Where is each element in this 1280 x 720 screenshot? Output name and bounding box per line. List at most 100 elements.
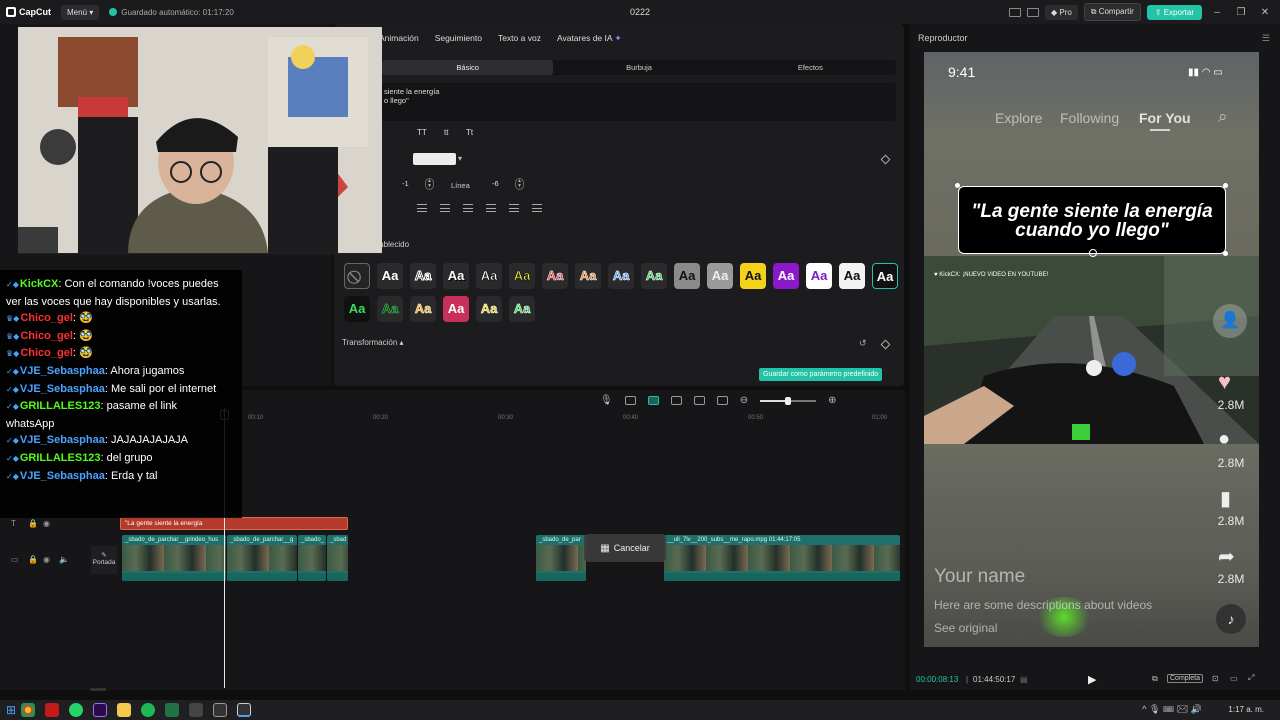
uppercase-button[interactable]: TT bbox=[417, 128, 427, 137]
video-clip[interactable]: _sbado_de_parchar__grindeo_hus bbox=[122, 535, 226, 581]
app-icon[interactable] bbox=[213, 703, 228, 717]
chrome-icon[interactable] bbox=[21, 703, 36, 717]
preset-style[interactable]: Aa bbox=[410, 263, 436, 289]
cover-button[interactable]: ✎ Portada bbox=[91, 546, 117, 574]
preset-style[interactable]: Aa bbox=[476, 296, 502, 322]
magnet-icon[interactable] bbox=[647, 396, 659, 405]
obs-icon[interactable] bbox=[189, 703, 204, 717]
video-clip[interactable]: _sbado_ bbox=[298, 535, 326, 581]
close-icon[interactable]: ✕ bbox=[1256, 7, 1274, 18]
keyframe-diamond-icon[interactable] bbox=[880, 339, 891, 350]
app-icon[interactable] bbox=[45, 703, 60, 717]
reset-icon[interactable]: ↺ bbox=[859, 338, 867, 349]
save-as-default-button[interactable]: Guardar como parámetro predefinido bbox=[759, 368, 883, 381]
keyframe-diamond-icon[interactable] bbox=[880, 154, 891, 165]
horizontal-scrollbar[interactable] bbox=[90, 688, 106, 691]
player-menu-icon[interactable]: ☰ bbox=[1262, 33, 1270, 44]
export-button[interactable]: ⇪ Exportar bbox=[1146, 4, 1202, 20]
spotify-icon[interactable] bbox=[141, 703, 156, 717]
whatsapp-icon[interactable] bbox=[69, 703, 84, 717]
text-color-swatch[interactable] bbox=[413, 153, 456, 165]
zoom-in-icon[interactable]: ⊕ bbox=[828, 395, 836, 406]
capcut-taskbar-icon[interactable] bbox=[237, 703, 252, 717]
tab-avatares-ia[interactable]: Avatares de IA ✦ bbox=[549, 30, 630, 56]
subtab-basico[interactable]: Básico bbox=[382, 60, 554, 75]
preset-style[interactable]: Aa bbox=[674, 263, 700, 289]
snapshot-icon[interactable]: ⊡ bbox=[1212, 674, 1219, 683]
transform-section-label[interactable]: Transformación ▴ bbox=[342, 338, 404, 347]
premiere-icon[interactable] bbox=[93, 703, 108, 717]
preset-style-selected[interactable]: Aa bbox=[872, 263, 898, 289]
preset-style[interactable]: Aa bbox=[542, 263, 568, 289]
align-right-icon[interactable] bbox=[463, 204, 473, 212]
lock-icon[interactable]: 🔒 bbox=[28, 555, 38, 564]
titlecase-button[interactable]: Tt bbox=[466, 128, 473, 137]
lowercase-button[interactable]: tt bbox=[444, 128, 448, 137]
preset-style[interactable]: Aa bbox=[509, 296, 535, 322]
preset-style[interactable]: Aa bbox=[773, 263, 799, 289]
preset-style[interactable]: Aa bbox=[443, 296, 469, 322]
microphone-icon[interactable]: 🎙 bbox=[600, 395, 613, 406]
timecode-toggle-icon[interactable]: ▤ bbox=[1020, 675, 1028, 684]
excel-icon[interactable] bbox=[165, 703, 180, 717]
preset-style[interactable]: Aa bbox=[443, 263, 469, 289]
caption-overlay-selected[interactable]: "La gente siente la energía cuando yo ll… bbox=[958, 186, 1226, 254]
file-explorer-icon[interactable] bbox=[117, 703, 132, 717]
line-spacing-value[interactable]: -6 bbox=[492, 179, 499, 188]
line-spacing-stepper[interactable]: ▲ ▼ bbox=[515, 178, 524, 190]
preset-style[interactable]: Aa bbox=[377, 263, 403, 289]
keyboard-icon[interactable] bbox=[1026, 7, 1039, 17]
ratio-icon[interactable]: ▭ bbox=[1230, 674, 1238, 683]
preset-style[interactable]: Aa bbox=[839, 263, 865, 289]
align-center-icon[interactable] bbox=[440, 204, 450, 212]
share-button[interactable]: ⧉ Compartir bbox=[1083, 3, 1141, 21]
cancel-render-button[interactable]: ▦ Cancelar bbox=[584, 534, 666, 562]
char-spacing-stepper[interactable]: ▲ ▼ bbox=[425, 178, 434, 190]
video-clip[interactable]: __ull_7lv__200_subs__me_rapo.mpg 01:44:1… bbox=[664, 535, 900, 581]
preset-style[interactable]: Aa bbox=[608, 263, 634, 289]
tab-texto-a-voz[interactable]: Texto a voz bbox=[490, 30, 549, 56]
pro-button[interactable]: ◆ Pro bbox=[1044, 4, 1078, 20]
resize-handle[interactable] bbox=[955, 183, 960, 188]
preset-style[interactable]: Aa bbox=[740, 263, 766, 289]
preset-style[interactable]: Aa bbox=[806, 263, 832, 289]
preset-style[interactable]: Aa bbox=[344, 296, 370, 322]
preset-none-icon[interactable]: ⃠ bbox=[344, 263, 370, 289]
preset-style[interactable]: Aa bbox=[575, 263, 601, 289]
zoom-slider[interactable] bbox=[760, 396, 817, 405]
video-clip[interactable]: _sbado_de_par bbox=[536, 535, 586, 581]
video-clip[interactable]: _sbad bbox=[327, 535, 348, 581]
subtab-burbuja[interactable]: Burbuja bbox=[553, 60, 724, 75]
eye-icon[interactable]: ◉ bbox=[43, 555, 50, 564]
layout-icon[interactable] bbox=[1008, 7, 1021, 17]
split-preview-icon[interactable] bbox=[693, 396, 705, 405]
text-clip[interactable]: "La gente siente la energía bbox=[120, 517, 348, 530]
link-icon[interactable] bbox=[624, 396, 636, 405]
tray-icons[interactable]: ^ 🎙 ⌨ ✉ 🔊 bbox=[1142, 704, 1202, 715]
preset-style[interactable]: Aa bbox=[377, 296, 403, 322]
text-content-field[interactable]: siente la energía o llego" bbox=[382, 83, 896, 121]
align-bottom-icon[interactable] bbox=[532, 204, 542, 212]
zoom-out-icon[interactable]: ⊖ bbox=[740, 395, 748, 406]
caption-icon[interactable] bbox=[716, 396, 728, 405]
rotate-handle-icon[interactable] bbox=[1089, 249, 1097, 257]
fit-ratio-button[interactable]: Completa bbox=[1167, 674, 1203, 683]
snap-icon[interactable] bbox=[670, 396, 682, 405]
preset-style[interactable]: Aa bbox=[476, 263, 502, 289]
align-middle-icon[interactable] bbox=[509, 204, 519, 212]
windows-start-icon[interactable]: ⊞ bbox=[6, 703, 16, 717]
video-clip[interactable]: _sbado_de_parchar__g bbox=[227, 535, 297, 581]
preset-style[interactable]: Aa bbox=[410, 296, 436, 322]
tab-seguimiento[interactable]: Seguimiento bbox=[427, 30, 490, 56]
align-left-icon[interactable] bbox=[417, 204, 427, 212]
subtab-efectos[interactable]: Efectos bbox=[725, 60, 896, 75]
fullscreen-icon[interactable]: ⤢ bbox=[1248, 673, 1254, 683]
preset-style[interactable]: Aa bbox=[509, 263, 535, 289]
resize-handle[interactable] bbox=[1223, 183, 1228, 188]
audio-icon[interactable]: 🔈 bbox=[59, 555, 69, 564]
menu-button[interactable]: Menú ▾ bbox=[61, 4, 100, 20]
resize-handle[interactable] bbox=[1223, 251, 1228, 256]
align-top-icon[interactable] bbox=[486, 204, 496, 212]
maximize-icon[interactable]: ❐ bbox=[1232, 7, 1250, 18]
eye-icon[interactable]: ◉ bbox=[43, 519, 50, 528]
